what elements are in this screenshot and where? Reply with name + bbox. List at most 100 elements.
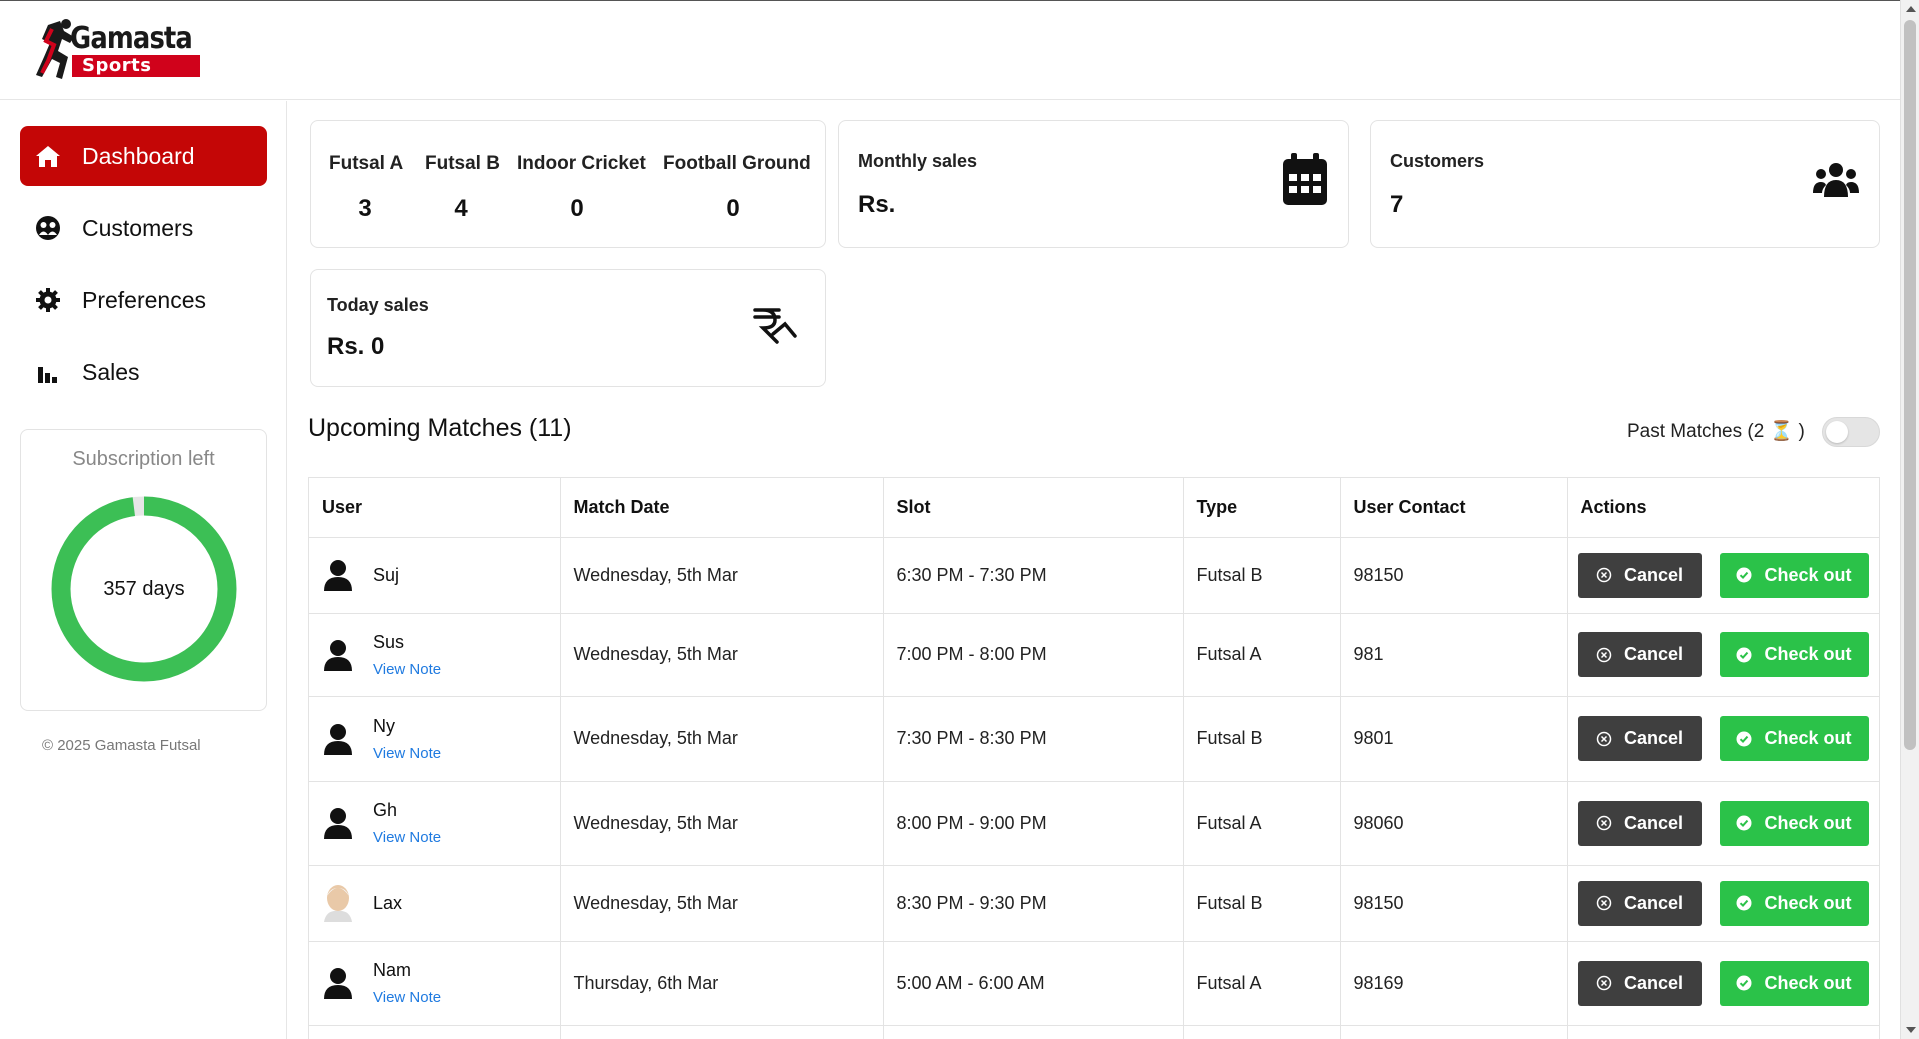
cell-slot: 6:30 PM - 7:30 PM — [883, 537, 1184, 614]
check-out-button[interactable]: Check out — [1719, 632, 1869, 677]
sidebar-item-dashboard[interactable]: Dashboard — [20, 126, 267, 186]
cell-user-contact: 98060 — [1340, 781, 1568, 866]
court-bookings-card: Futsal A 3 Futsal B 4 Indoor Cricket 0 F… — [310, 120, 826, 248]
cell-match-date: Wednesday, 5th Mar — [560, 613, 884, 697]
cancel-button-label: Cancel — [1623, 972, 1684, 993]
scroll-thumb[interactable] — [1904, 20, 1916, 750]
cell-type: Futsal B — [1183, 537, 1341, 614]
court-count: 0 — [726, 195, 740, 222]
user-name: Lax — [373, 892, 403, 913]
scroll-down-arrow-icon[interactable] — [1906, 1027, 1916, 1033]
court-futsal-a: Futsal A 3 — [329, 153, 404, 223]
customers-value: 7 — [1390, 191, 1404, 218]
cancel-circle-icon — [1596, 975, 1612, 991]
column-header-actions: Actions — [1567, 478, 1879, 538]
cell-match-date: Wednesday, 5th Mar — [560, 781, 884, 866]
cell-actions: Cancel Check out — [1567, 865, 1879, 942]
person-icon — [322, 636, 354, 674]
user-name: Sus — [373, 631, 405, 652]
cell-actions: Cancel Check out — [1567, 537, 1879, 614]
today-sales-card: Today sales Rs. 0 — [310, 269, 826, 387]
cancel-button[interactable]: Cancel — [1577, 960, 1702, 1006]
sidebar-item-preferences[interactable]: Preferences — [20, 270, 267, 330]
cell-user-contact: 98150 — [1340, 537, 1568, 614]
cell-user: Nam View Note — [309, 941, 561, 1026]
cancel-button-label: Cancel — [1623, 564, 1684, 585]
user-photo-avatar — [322, 884, 354, 922]
check-out-button[interactable]: Check out — [1719, 800, 1869, 846]
cell-slot: 8:00 PM - 9:00 PM — [883, 781, 1184, 866]
column-header-match-date: Match Date — [560, 478, 884, 538]
column-header-user-contact: User Contact — [1340, 478, 1568, 538]
cell-user: Suj — [309, 537, 561, 614]
sidebar-item-customers[interactable]: Customers — [20, 198, 267, 258]
user-name: Gh — [373, 800, 398, 820]
brand-logo[interactable]: Gamasta Sports hub — [30, 17, 200, 98]
subscription-title: Subscription left — [72, 448, 215, 470]
cancel-button[interactable]: Cancel — [1577, 716, 1702, 761]
check-out-button[interactable]: Check out — [1719, 716, 1869, 761]
users-group-icon — [1813, 163, 1859, 197]
court-name: Futsal A — [329, 153, 404, 174]
cell-user-contact: 98169 — [1340, 941, 1568, 1026]
today-sales-title: Today sales — [327, 295, 429, 315]
cancel-button-label: Cancel — [1623, 892, 1684, 913]
cell-type: Futsal A — [1183, 941, 1341, 1026]
cell-user-contact — [1340, 1025, 1568, 1039]
cell-actions: Cancel Check out — [1567, 613, 1879, 697]
table-row: Sus View Note Wednesday, 5th Mar 7:00 PM - … — [309, 613, 1879, 697]
check-out-button[interactable]: Check out — [1719, 552, 1869, 598]
view-note-link[interactable]: View Note — [373, 745, 441, 762]
user-name: Ny — [373, 715, 395, 736]
cell-user-contact: 981 — [1340, 613, 1568, 697]
cancel-button[interactable]: Cancel — [1577, 552, 1702, 598]
court-football-ground: Football Ground 0 — [663, 153, 811, 223]
check-circle-icon — [1736, 895, 1752, 911]
view-note-link[interactable]: View Note — [373, 989, 441, 1006]
check-circle-icon — [1736, 731, 1752, 747]
court-futsal-b: Futsal B 4 — [425, 153, 500, 223]
sidebar-item-label: Sales — [82, 358, 140, 385]
person-icon — [322, 720, 354, 758]
cell-user — [309, 1025, 561, 1039]
monthly-sales-title: Monthly sales — [858, 151, 978, 171]
scroll-up-arrow-icon[interactable] — [1906, 6, 1916, 12]
cancel-button[interactable]: Cancel — [1577, 632, 1702, 677]
page-scrollbar[interactable] — [1900, 0, 1919, 1039]
view-note-link[interactable]: View Note — [373, 661, 441, 678]
person-icon — [322, 556, 354, 594]
check-out-button[interactable]: Check out — [1719, 960, 1869, 1006]
rupee-icon — [753, 308, 797, 344]
court-name: Futsal B — [425, 153, 500, 174]
cell-slot — [883, 1025, 1184, 1039]
check-out-button[interactable]: Check out — [1719, 880, 1869, 926]
cancel-button[interactable]: Cancel — [1577, 800, 1702, 846]
monthly-sales-value: Rs. — [858, 191, 896, 218]
court-count: 0 — [570, 195, 584, 222]
view-note-link[interactable]: View Note — [373, 829, 441, 846]
customers-card: Customers 7 — [1370, 120, 1880, 248]
sidebar: Dashboard Customers Preferences Sales Su… — [0, 101, 287, 1039]
cell-actions — [1567, 1025, 1879, 1039]
past-matches-toggle[interactable] — [1822, 417, 1880, 447]
cell-type: Futsal B — [1183, 865, 1341, 942]
column-header-user: User — [309, 478, 561, 538]
court-name: Indoor Cricket — [517, 153, 646, 174]
court-count: 3 — [358, 195, 372, 222]
cell-match-date: Wednesday, 5th Mar — [560, 696, 884, 782]
check-out-button-label: Check out — [1764, 892, 1852, 913]
table-row: Nam View Note Thursday, 6th Mar 5:00 AM - 6… — [309, 941, 1879, 1026]
table-header-row: User Match Date Slot Type User Contact A… — [309, 478, 1879, 538]
check-out-button-label: Check out — [1764, 564, 1852, 585]
table-row: Gh View Note Wednesday, 5th Mar 8:00 PM - 9… — [309, 781, 1879, 866]
check-circle-icon — [1736, 815, 1752, 831]
check-out-button-label: Check out — [1764, 972, 1852, 993]
cell-user: Sus View Note — [309, 613, 561, 697]
matches-table: User Match Date Slot Type User Contact A… — [308, 477, 1880, 1039]
table-row: Ny View Note Wednesday, 5th Mar 7:30 PM - 8… — [309, 696, 1879, 782]
top-header: Gamasta Sports hub — [0, 1, 1900, 100]
sidebar-item-sales[interactable]: Sales — [20, 342, 267, 402]
cell-match-date: Wednesday, 5th Mar — [560, 865, 884, 942]
cancel-button[interactable]: Cancel — [1577, 880, 1702, 926]
cell-slot: 7:00 PM - 8:00 PM — [883, 613, 1184, 697]
